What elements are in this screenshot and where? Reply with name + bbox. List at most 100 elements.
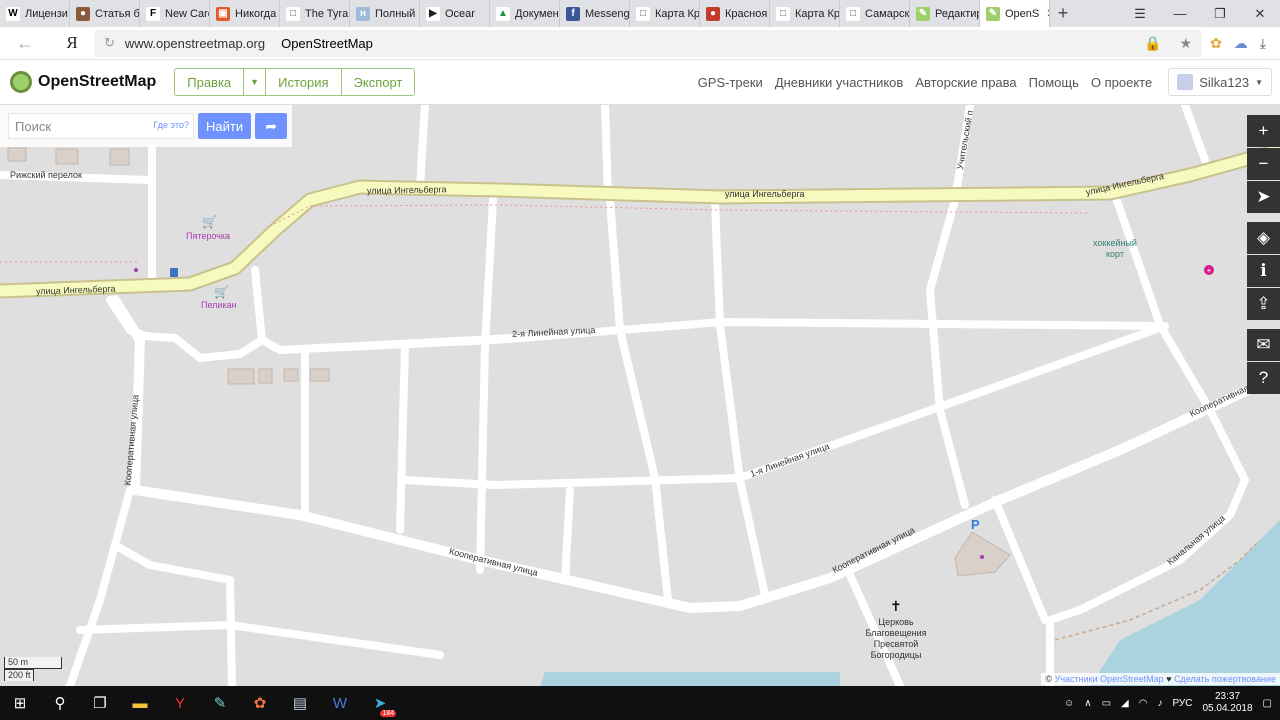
notebook-icon[interactable]: ✎ <box>200 686 240 720</box>
address-bar: ← Я ↻ www.openstreetmap.org OpenStreetMa… <box>0 27 1280 60</box>
downloads-icon[interactable]: ⤓ <box>1260 35 1266 52</box>
browser-tab[interactable]: □ The Tyrar <box>280 0 350 27</box>
osm-brand: OpenStreetMap <box>38 73 157 90</box>
document-icon[interactable]: ▤ <box>280 686 320 720</box>
parking-icon: P <box>971 517 980 532</box>
word-icon[interactable]: W <box>320 686 360 720</box>
add-note-icon[interactable]: ✉ <box>1247 329 1280 361</box>
nav-about[interactable]: О проекте <box>1091 75 1152 90</box>
map-controls: + − ➤ ◈ ℹ ⇪ ✉ ? <box>1247 115 1280 395</box>
browser-tab[interactable]: □ Самарск <box>840 0 910 27</box>
ingelberga-street <box>0 144 1280 297</box>
lock-icon[interactable]: 🔒 <box>1144 35 1161 52</box>
paint-icon[interactable]: ✿ <box>240 686 280 720</box>
menu-icon[interactable]: ☰ <box>1120 0 1160 27</box>
edit-dropdown-chevron-icon[interactable]: ▼ <box>244 69 267 95</box>
telegram-icon[interactable]: ➤ 184 <box>360 686 400 720</box>
nav-gps-traces[interactable]: GPS-треки <box>698 75 763 90</box>
url-field[interactable]: ↻ www.openstreetmap.org OpenStreetMap 🔒 … <box>94 29 1203 57</box>
tab-label: Самарск <box>865 7 910 20</box>
tray-chevron-up-icon[interactable]: ∧ <box>1084 698 1091 709</box>
tab-favicon-icon: □ <box>636 6 650 21</box>
window-controls: ☰ — ❐ ✕ <box>1120 0 1280 27</box>
bus-stop-icon <box>170 268 178 277</box>
windows-start-icon[interactable]: ⊞ <box>0 686 40 720</box>
directions-icon[interactable]: ➦ <box>255 113 288 139</box>
browser-tab[interactable]: ▣ Никогда <box>210 0 280 27</box>
nav-diaries[interactable]: Дневники участников <box>775 75 904 90</box>
browser-tab[interactable]: ● Красноя <box>700 0 770 27</box>
history-button[interactable]: История <box>266 69 342 95</box>
browser-tab[interactable]: W Лицензи <box>0 0 70 27</box>
taskbar: ⊞ ⚲ ❐ ▬ Y ✎ ✿ ▤ W ➤ 184 ☺ ∧ ▭ ◢ ◠ ♪ РУС … <box>0 686 1280 720</box>
browser-tab[interactable]: н Полный <box>350 0 420 27</box>
extension-flower-icon[interactable]: ✿ <box>1210 35 1222 52</box>
volume-icon[interactable]: ♪ <box>1157 698 1162 709</box>
chevron-down-icon: ▼ <box>1255 77 1263 87</box>
user-menu[interactable]: Silka123 ▼ <box>1168 68 1272 96</box>
browser-tab[interactable]: ✎ Редактир <box>910 0 980 27</box>
browser-tab[interactable]: ● Статья б <box>70 0 140 27</box>
bookmark-star-icon[interactable]: ★ <box>1180 35 1193 52</box>
tab-favicon-icon: ● <box>76 6 90 21</box>
where-is-this-link[interactable]: Где это? <box>154 120 189 130</box>
browser-tab[interactable]: ▲ Докумен <box>490 0 560 27</box>
browser-tab[interactable]: ✎OpenS✕ <box>980 0 1050 27</box>
export-button[interactable]: Экспорт <box>342 69 415 95</box>
battery-icon[interactable]: ▭ <box>1102 698 1111 709</box>
tab-favicon-icon: W <box>6 6 20 21</box>
back-arrow-icon[interactable]: ← <box>0 33 50 54</box>
nav-copyright[interactable]: Авторские права <box>915 75 1016 90</box>
share-icon[interactable]: ⇪ <box>1247 288 1280 320</box>
street-label-rizhsky: Рижский перелок <box>10 170 82 180</box>
tab-label: Никогда <box>235 7 277 20</box>
yandex-browser-icon[interactable]: Y <box>160 686 200 720</box>
edit-button[interactable]: Правка <box>175 69 245 95</box>
geolocate-icon[interactable]: ➤ <box>1247 181 1280 213</box>
nav-help[interactable]: Помощь <box>1029 75 1079 90</box>
notifications-icon[interactable]: ▢ <box>1263 698 1272 709</box>
map-canvas[interactable]: + улица Ингельберга улица Ингельберга ул… <box>0 105 1280 686</box>
language-indicator[interactable]: РУС <box>1172 698 1192 709</box>
url-host: www.openstreetmap.org <box>124 35 266 51</box>
file-explorer-icon[interactable]: ▬ <box>120 686 160 720</box>
search-input[interactable]: Поиск Где это? <box>8 113 194 139</box>
osm-logo[interactable]: OpenStreetMap <box>0 71 156 93</box>
wifi-icon[interactable]: ◠ <box>1139 698 1148 709</box>
clock[interactable]: 23:37 05.04.2018 <box>1202 691 1252 715</box>
search-panel: Поиск Где это? Найти ➦ <box>0 105 292 147</box>
zoom-out-icon[interactable]: − <box>1247 148 1280 180</box>
tab-label: Статья б <box>95 7 140 20</box>
browser-tab[interactable]: □ Карта Кр <box>770 0 840 27</box>
query-features-icon[interactable]: ? <box>1247 362 1280 394</box>
browser-tab[interactable]: ▶ Ocear <box>420 0 490 27</box>
shop-icon: 🛒 <box>214 285 229 299</box>
new-tab-button[interactable]: + <box>1050 0 1076 27</box>
find-button[interactable]: Найти <box>198 113 252 139</box>
browser-tab[interactable]: □ Карта Кр <box>630 0 700 27</box>
browser-tab[interactable]: F New Carc <box>140 0 210 27</box>
people-icon[interactable]: ☺ <box>1064 698 1074 709</box>
donate-link[interactable]: Сделать пожертвование <box>1174 674 1276 684</box>
search-icon[interactable]: ⚲ <box>40 686 80 720</box>
browser-tab[interactable]: f Messeng <box>560 0 630 27</box>
yandex-logo[interactable]: Я <box>50 33 94 53</box>
zoom-in-icon[interactable]: + <box>1247 115 1280 147</box>
close-window-icon[interactable]: ✕ <box>1240 0 1280 27</box>
tab-label: Полный <box>375 7 416 20</box>
page-title: OpenStreetMap <box>281 35 373 51</box>
extension-cloud-icon[interactable]: ☁ <box>1234 35 1248 52</box>
layers-icon[interactable]: ◈ <box>1247 222 1280 254</box>
buildings <box>7 147 1011 577</box>
task-view-icon[interactable]: ❐ <box>80 686 120 720</box>
network-icon[interactable]: ◢ <box>1121 698 1129 709</box>
info-icon[interactable]: ℹ <box>1247 255 1280 287</box>
reload-icon[interactable]: ↻ <box>104 35 115 51</box>
telegram-badge: 184 <box>380 710 396 717</box>
shop-label-pyaterochka: Пятерочка <box>186 231 231 241</box>
attribution-link[interactable]: Участники OpenStreetMap <box>1055 674 1164 684</box>
tab-label: Карта Кр <box>795 7 840 20</box>
tab-favicon-icon: □ <box>776 6 790 21</box>
restore-icon[interactable]: ❐ <box>1200 0 1240 27</box>
minimize-icon[interactable]: — <box>1160 0 1200 27</box>
